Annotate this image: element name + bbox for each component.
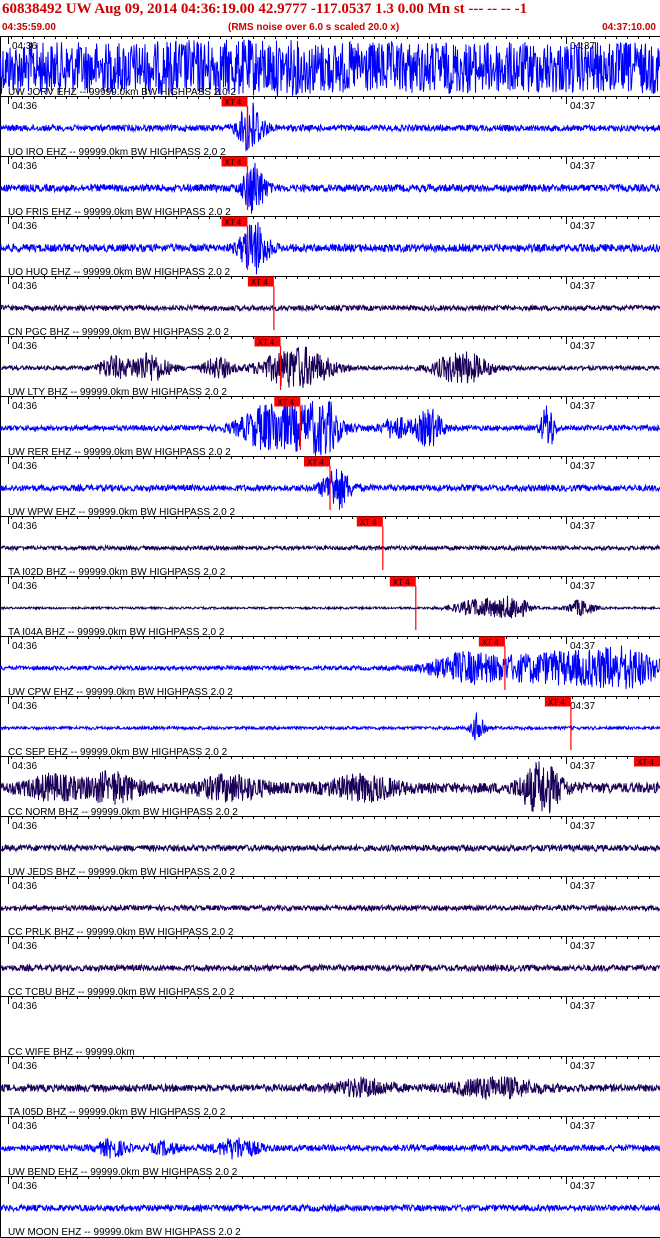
pick-label: XT 4 <box>637 758 654 767</box>
waveform-trace <box>0 1203 660 1213</box>
pick-label: XT 4 <box>393 578 410 587</box>
pick-label: XT 4 <box>307 458 324 467</box>
tick-label-0436: 04:36 <box>12 1121 37 1132</box>
tick-label-0436: 04:36 <box>12 641 37 652</box>
waveform-trace <box>0 645 660 690</box>
tick-label-0437: 04:37 <box>570 641 595 652</box>
tick-label-0436: 04:36 <box>12 341 37 352</box>
event-title: 60838492 UW Aug 09, 2014 04:36:19.00 42.… <box>2 1 528 17</box>
tick-label-0437: 04:37 <box>570 881 595 892</box>
tick-label-0437: 04:37 <box>570 461 595 472</box>
pick-label: XT 4 <box>277 398 294 407</box>
tick-label-0436: 04:36 <box>12 1001 37 1012</box>
tick-label-0436: 04:36 <box>12 941 37 952</box>
waveform-trace <box>0 303 660 313</box>
waveform-trace <box>0 543 660 552</box>
waveform-trace <box>0 102 660 152</box>
pick-label: XT 4 <box>251 278 268 287</box>
tick-label-0437: 04:37 <box>570 761 595 772</box>
pick-label: XT 4 <box>258 338 275 347</box>
pick-label: XT 4 <box>225 158 242 167</box>
tick-label-0437: 04:37 <box>570 401 595 412</box>
tick-label-0437: 04:37 <box>570 821 595 832</box>
tick-label-0436: 04:36 <box>12 161 37 172</box>
waveform-trace <box>0 963 660 973</box>
tick-label-0436: 04:36 <box>12 1181 37 1192</box>
tick-label-0437: 04:37 <box>570 221 595 232</box>
tick-label-0437: 04:37 <box>570 101 595 112</box>
tick-label-0437: 04:37 <box>570 1061 595 1072</box>
tick-label-0436: 04:36 <box>12 881 37 892</box>
rms-noise-note: (RMS noise over 6.0 s scaled 20.0 x) <box>228 22 400 33</box>
tick-label-0437: 04:37 <box>570 1181 595 1192</box>
tick-label-0437: 04:37 <box>570 521 595 532</box>
pick-label: XT 4 <box>548 698 565 707</box>
tick-label-0436: 04:36 <box>12 521 37 532</box>
trace-station-label: UW MOON EHZ -- 99999.0km BW HIGHPASS 2.0… <box>8 1227 241 1238</box>
pick-label: XT 4 <box>225 98 242 107</box>
tick-label-0436: 04:36 <box>12 1061 37 1072</box>
tick-label-0436: 04:36 <box>12 221 37 232</box>
tick-label-0436: 04:36 <box>12 101 37 112</box>
tick-label-0436: 04:36 <box>12 401 37 412</box>
tick-label-0437: 04:37 <box>570 701 595 712</box>
tick-label-0436: 04:36 <box>12 461 37 472</box>
end-time-label: 04:37:10.00 <box>602 22 656 33</box>
tick-label-0437: 04:37 <box>570 1001 595 1012</box>
waveform-trace <box>0 903 660 913</box>
pick-label: XT 4 <box>360 518 377 527</box>
tick-label-0437: 04:37 <box>570 41 595 52</box>
waveform-trace <box>0 1076 660 1100</box>
tick-label-0437: 04:37 <box>570 581 595 592</box>
waveform-trace <box>0 595 660 619</box>
tick-label-0437: 04:37 <box>570 941 595 952</box>
waveform-trace <box>0 761 660 814</box>
tick-label-0436: 04:36 <box>12 821 37 832</box>
plot-header: 60838492 UW Aug 09, 2014 04:36:19.00 42.… <box>0 0 660 36</box>
tick-label-0436: 04:36 <box>12 701 37 712</box>
waveform-trace <box>0 843 660 854</box>
tick-label-0437: 04:37 <box>570 1121 595 1132</box>
tick-label-0437: 04:37 <box>570 341 595 352</box>
pick-label: XT 4 <box>225 218 242 227</box>
waveform-trace <box>0 346 660 388</box>
tick-label-0437: 04:37 <box>570 161 595 172</box>
seismogram-plot: 04:36 04:37UW JORV EHZ -- 99999.0km BW HI… <box>0 36 660 1238</box>
tick-label-0436: 04:36 <box>12 761 37 772</box>
waveform-trace <box>0 712 660 741</box>
start-time-label: 04:35:59.00 <box>2 22 56 33</box>
tick-label-0437: 04:37 <box>570 281 595 292</box>
pick-label: XT 4 <box>482 638 499 647</box>
tick-label-0436: 04:36 <box>12 581 37 592</box>
waveform-trace <box>0 1137 660 1160</box>
tick-label-0436: 04:36 <box>12 281 37 292</box>
